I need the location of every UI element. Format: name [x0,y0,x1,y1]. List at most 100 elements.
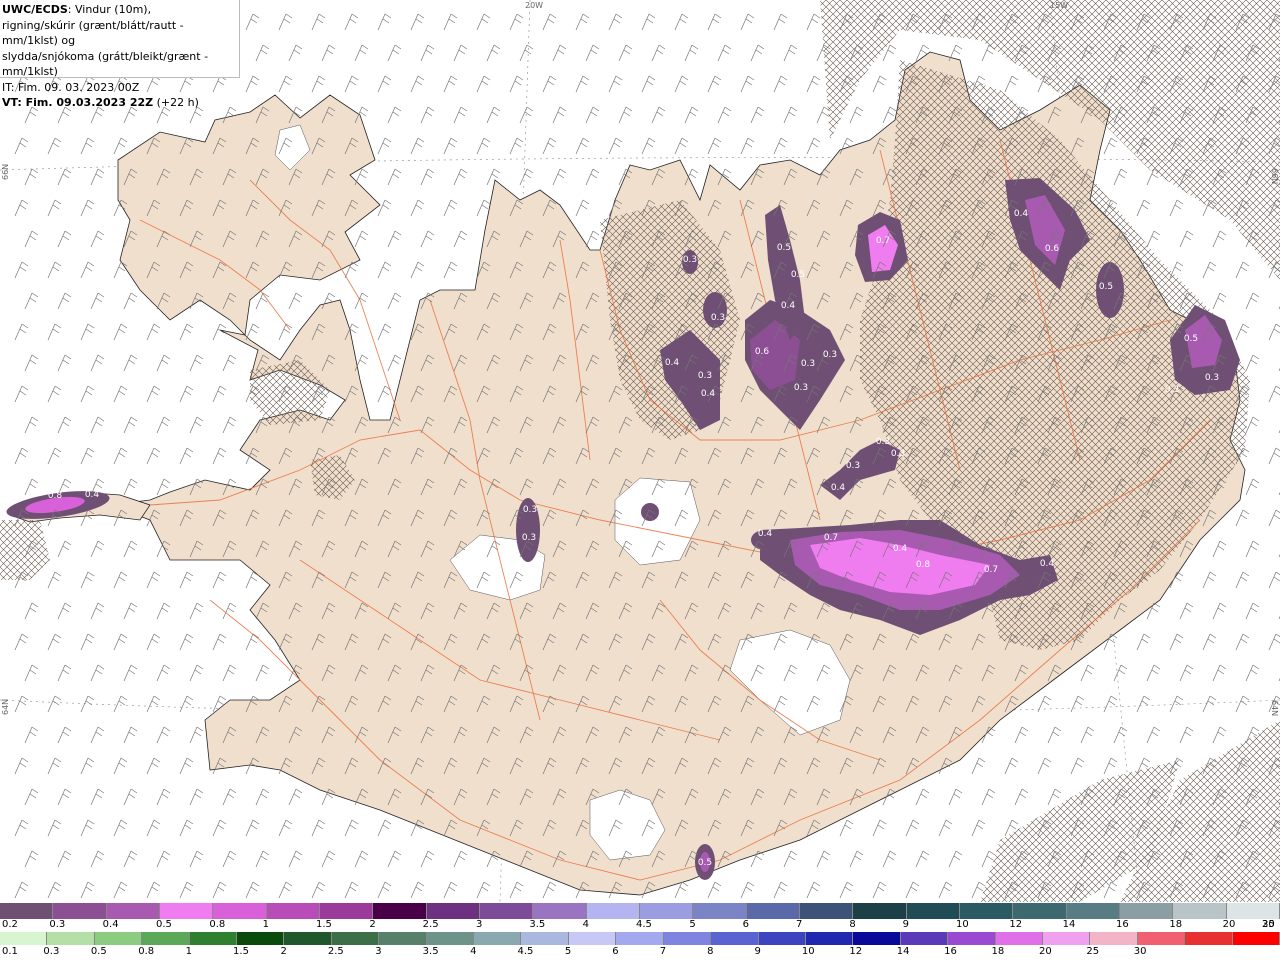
precip-value-label: 0.3 [522,533,536,543]
colorbar-swatch [373,903,427,919]
colorbar-swatch [189,932,238,945]
colorbar-label: 0.8 [138,946,155,957]
colorbar-swatch [379,932,427,945]
valid-time-line: VT: Fim. 09.03.2023 22Z (+22 h) [2,95,239,111]
init-time: IT: Fim. 09. 03. 2023 00Z [2,80,140,94]
colorbar-swatch [474,932,522,945]
colorbar-label: 3.5 [422,946,439,957]
colorbar-label: 5 [689,919,696,930]
colorbar-swatch [1226,903,1280,919]
info-title-line: UWC/ECDS: Vindur (10m), [2,2,239,18]
colorbar-label: 9 [754,946,761,957]
colorbar-label: 5 [564,946,572,957]
colorbar-swatch [853,932,901,945]
precip-value-label: 0.7 [876,236,890,246]
colorbar-label: 4.5 [517,946,534,957]
colorbar-swatch [426,903,480,919]
colorbar-swatch [106,903,160,919]
precip-value-label: 0.6 [1045,244,1060,254]
colorbar-swatch [995,932,1043,945]
colorbar-label: 14 [1062,919,1076,930]
colorbar-swatch [711,932,759,945]
colorbar-swatch [1232,932,1280,945]
colorbar-swatch [237,932,285,945]
colorbar-swatch [284,932,332,945]
colorbar-label: 12 [1009,919,1023,930]
colorbar-swatch [159,903,214,919]
colorbar-label: 30 [1262,919,1275,930]
precip-value-label: 0.3 [1165,385,1179,395]
lat-label-left-upper: 66N [1,164,10,180]
colorbar-swatch [266,903,320,919]
colorbar-swatch [1090,932,1138,945]
colorbar-swatch [521,932,569,945]
colorbar-swatch [53,903,107,919]
colorbar-label: 3 [476,919,483,930]
colorbar-swatch [853,903,907,919]
colorbar-label: 6 [612,946,619,957]
colorbar-label: 20 [1222,919,1236,930]
colorbar-label: 0.3 [49,919,66,930]
precip-value-label: 0.7 [824,533,838,543]
precip-value-label: 0.5 [791,270,805,280]
colorbar-swatch [319,903,374,919]
colorbar-label: 0.8 [209,919,226,930]
precip-value-label: 0.3 [794,383,808,393]
colorbar-label: 2 [369,919,376,930]
colorbar-swatch [805,932,854,945]
colorbar-label: 7 [659,946,667,957]
lat-label-right-upper: 66N [1270,168,1279,184]
colorbar-swatch [746,903,800,919]
colorbar-label: 1 [185,946,192,957]
colorbar-swatch [906,903,960,919]
colorbar-swatch [693,903,747,919]
colorbar-label: 7 [796,919,803,930]
colorbar-swatch [47,932,95,945]
colorbar-label: 20 [1038,946,1052,957]
colorbar-label: 12 [849,946,863,957]
colorbar-label: 0.5 [90,946,107,957]
colorbar-swatch [1013,903,1067,919]
colorbar-swatch [959,903,1014,919]
precip-value-label: 0.4 [893,544,908,554]
colorbar-swatch [568,932,617,945]
colorbar-label: 30 [1133,946,1147,957]
colorbar-swatch [533,903,587,919]
colorbar-swatch [799,903,854,919]
rain-colorbar [0,932,1280,945]
colorbar-label: 4 [470,946,477,957]
colorbar-swatch [1137,932,1186,945]
precip-value-label: 0.5 [698,858,712,868]
rain-colorbar-labels: 0.1 0.3 0.5 0.8 1 1.5 2 2.5 3 3.5 4 4.5 5 6 7 8 9 10 12 14 1… [0,946,1280,958]
colorbar-swatch [758,932,806,945]
precip-value-label: 0.6 [755,347,770,357]
colorbar-label: 8 [707,946,714,957]
colorbar-swatch [142,932,190,945]
lat-label-left-lower: 64N [1,699,10,715]
colorbar-label: 0.3 [43,946,60,957]
colorbar-label: 18 [991,946,1005,957]
snow-colorbar-labels: 0.2 0.3 0.4 0.5 0.8 1 1.5 2 2.5 3 3.5 4 4.5 5 6 7 8 9 10 12… [0,919,1280,931]
colorbar-label: 1 [262,919,270,930]
colorbar-label: 18 [1169,919,1183,930]
colorbar-label: 0.4 [102,919,119,930]
precip-value-label: 0.5 [1184,334,1198,344]
precip-value-label: 0.4 [781,301,796,311]
colorbar-label: 0.2 [2,919,18,930]
precip-value-label: 0.3 [683,255,697,265]
lon-label-20w: 20W [525,1,543,10]
colorbar-swatch [426,932,475,945]
lon-label-15w: 15W [1050,1,1068,10]
precip-value-label: 0.4 [665,358,680,368]
colorbar-label: 2.5 [422,919,439,930]
colorbar-label: 0.5 [156,919,172,930]
colorbar-label: 2.5 [327,946,344,957]
colorbar-swatch [948,932,996,945]
weather-map: 0.8 0.40.30.30.30.30.40.30.40.50.50.40.6 0… [0,0,1280,902]
colorbar-swatch [94,932,143,945]
colorbar-label: 10 [956,919,969,930]
precip-value-label: 0.5 [1099,282,1113,292]
precip-value-label: 0.3 [698,371,712,381]
precip-value-label: 0.3 [711,313,725,323]
colorbar-label: 10 [801,946,815,957]
